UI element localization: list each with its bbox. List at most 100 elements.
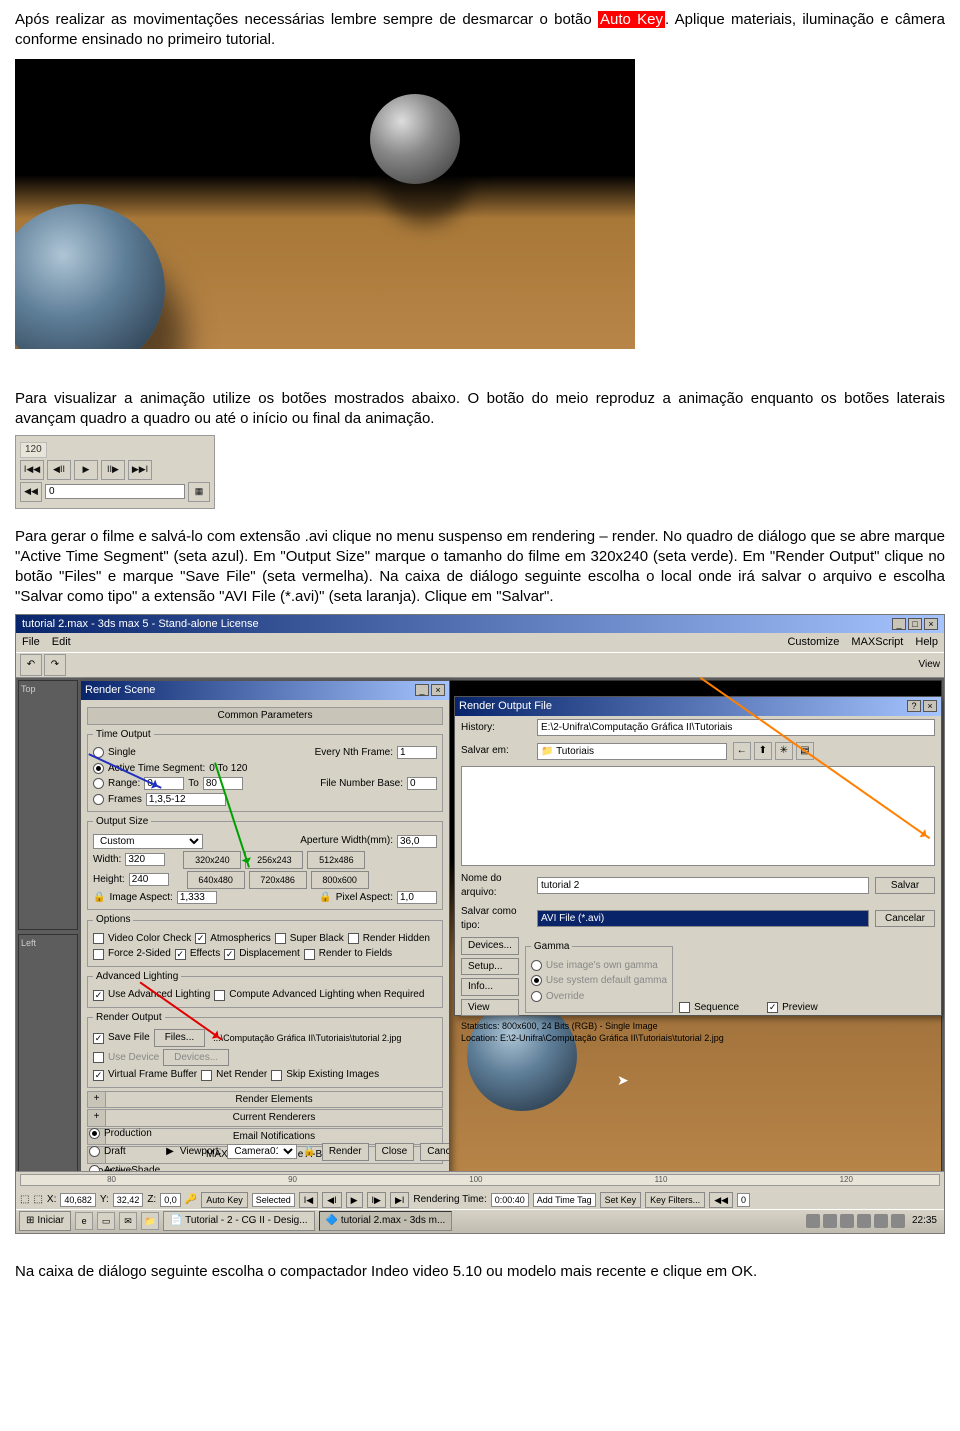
chk-render-fields[interactable] [304,949,315,960]
chk-render-hidden[interactable] [348,933,359,944]
viewport-top[interactable]: Top [18,680,78,930]
file-list[interactable] [461,766,935,866]
dialog-minimize-icon[interactable]: _ [415,684,429,696]
play-prev-icon[interactable]: ◀I [322,1192,341,1208]
history-combo[interactable]: E:\2-Unifra\Computação Gráfica II\Tutori… [537,719,935,736]
play-next-icon[interactable]: I▶ [367,1192,386,1208]
chk-video-color-check[interactable] [93,933,104,944]
menu-edit[interactable]: Edit [52,635,71,650]
keyfilters-button[interactable]: Key Filters... [645,1192,705,1208]
chk-preview[interactable] [767,1002,778,1013]
current-frame-input[interactable] [45,484,185,499]
next-frame-button[interactable]: II▶ [101,460,125,480]
height-input[interactable] [129,873,169,886]
preset-720x486[interactable]: 720x486 [249,871,307,889]
filename-input[interactable] [537,877,869,894]
close-icon[interactable]: × [924,618,938,630]
preset-256x243[interactable]: 256x243 [245,851,303,869]
menu-help[interactable]: Help [915,635,938,650]
back-icon[interactable]: ← [733,742,751,760]
setkey-button[interactable]: Set Key [600,1192,642,1208]
devices-button[interactable]: Devices... [163,1049,229,1067]
tray-icon[interactable] [874,1214,888,1228]
chk-save-file[interactable] [93,1033,104,1044]
save-button[interactable]: Salvar [875,877,935,895]
chk-super-black[interactable] [275,933,286,944]
setup-side-button[interactable]: Setup... [461,958,519,976]
pixel-aspect-input[interactable] [397,891,437,904]
image-aspect-input[interactable] [177,891,217,904]
menu-maxscript[interactable]: MAXScript [851,635,903,650]
cancel-button[interactable]: Cancel [420,1143,449,1161]
info-side-button[interactable]: Info... [461,978,519,996]
chk-virtual-frame-buffer[interactable] [93,1070,104,1081]
common-parameters-header[interactable]: Common Parameters [87,707,443,725]
prev-frame-button[interactable]: ◀II [47,460,71,480]
ql-folder-icon[interactable]: 📁 [141,1212,159,1230]
preset-800x600[interactable]: 800x600 [311,871,369,889]
radio-single[interactable] [93,747,104,758]
rollout-render-elements[interactable]: +Render Elements [87,1091,443,1109]
menu-customize[interactable]: Customize [787,635,839,650]
status-frame[interactable]: 0 [737,1193,750,1207]
ql-ie-icon[interactable]: e [75,1212,93,1230]
tray-icon[interactable] [857,1214,871,1228]
preset-512x486[interactable]: 512x486 [307,851,365,869]
file-dialog-help-icon[interactable]: ? [907,700,921,712]
timeline-ruler[interactable]: 8090100110120 [20,1174,940,1186]
preset-640x480[interactable]: 640x480 [187,871,245,889]
width-input[interactable] [125,853,165,866]
devices-side-button[interactable]: Devices... [461,937,519,955]
minimize-icon[interactable]: _ [892,618,906,630]
file-dialog-close-icon[interactable]: × [923,700,937,712]
radio-frames[interactable] [93,794,104,805]
last-frame-button[interactable]: ▶▶I [128,460,152,480]
radio-range[interactable] [93,778,104,789]
chk-atmospherics[interactable] [195,933,206,944]
range-from-input[interactable] [144,777,184,790]
play-play-icon[interactable]: ▶ [346,1192,363,1208]
radio-active-segment[interactable] [93,763,104,774]
first-frame-button[interactable]: I◀◀ [20,460,44,480]
preset-320x240[interactable]: 320x240 [183,851,241,869]
task-3dsmax[interactable]: 🔷 tutorial 2.max - 3ds m... [319,1211,453,1231]
cancel-save-button[interactable]: Cancelar [875,910,935,928]
radio-production[interactable] [89,1128,100,1139]
frames-input[interactable] [146,793,226,806]
savetype-combo[interactable]: AVI File (*.avi) [537,910,869,927]
up-folder-icon[interactable]: ⬆ [754,742,772,760]
chk-force-2sided[interactable] [93,949,104,960]
tray-icon[interactable] [891,1214,905,1228]
dialog-close-icon[interactable]: × [431,684,445,696]
file-number-base-input[interactable] [407,777,437,790]
files-button[interactable]: Files... [154,1029,205,1047]
chk-skip-existing[interactable] [271,1070,282,1081]
play-button[interactable]: ▶ [74,460,98,480]
add-time-tag[interactable]: Add Time Tag [533,1193,596,1207]
chk-net-render[interactable] [201,1070,212,1081]
aperture-input[interactable] [397,835,437,848]
task-word[interactable]: 📄 Tutorial - 2 - CG II - Desig... [163,1211,315,1231]
render-button[interactable]: Render [322,1143,369,1161]
start-button[interactable]: ⊞Iniciar [19,1211,71,1231]
close-button[interactable]: Close [375,1143,415,1161]
chk-displacement[interactable] [224,949,235,960]
chk-sequence[interactable] [679,1002,690,1013]
maximize-icon[interactable]: □ [908,618,922,630]
savein-combo[interactable]: 📁 Tutoriais [537,743,727,760]
view-side-button[interactable]: View [461,999,519,1017]
selected-dropdown[interactable]: Selected [252,1193,295,1207]
ql-desktop-icon[interactable]: ▭ [97,1212,115,1230]
undo-icon[interactable]: ↶ [20,654,42,676]
chk-use-advanced-lighting[interactable] [93,990,104,1001]
tray-icon[interactable] [823,1214,837,1228]
new-folder-icon[interactable]: ✳ [775,742,793,760]
autokey-button[interactable]: Auto Key [201,1192,248,1208]
play-first-icon[interactable]: I◀ [299,1192,318,1208]
chk-effects[interactable] [175,949,186,960]
redo-icon[interactable]: ↷ [44,654,66,676]
list-view-icon[interactable]: ▤ [796,742,814,760]
keyframe-button[interactable]: ▦ [188,482,210,502]
output-preset-select[interactable]: Custom [93,834,203,849]
range-to-input[interactable] [203,777,243,790]
